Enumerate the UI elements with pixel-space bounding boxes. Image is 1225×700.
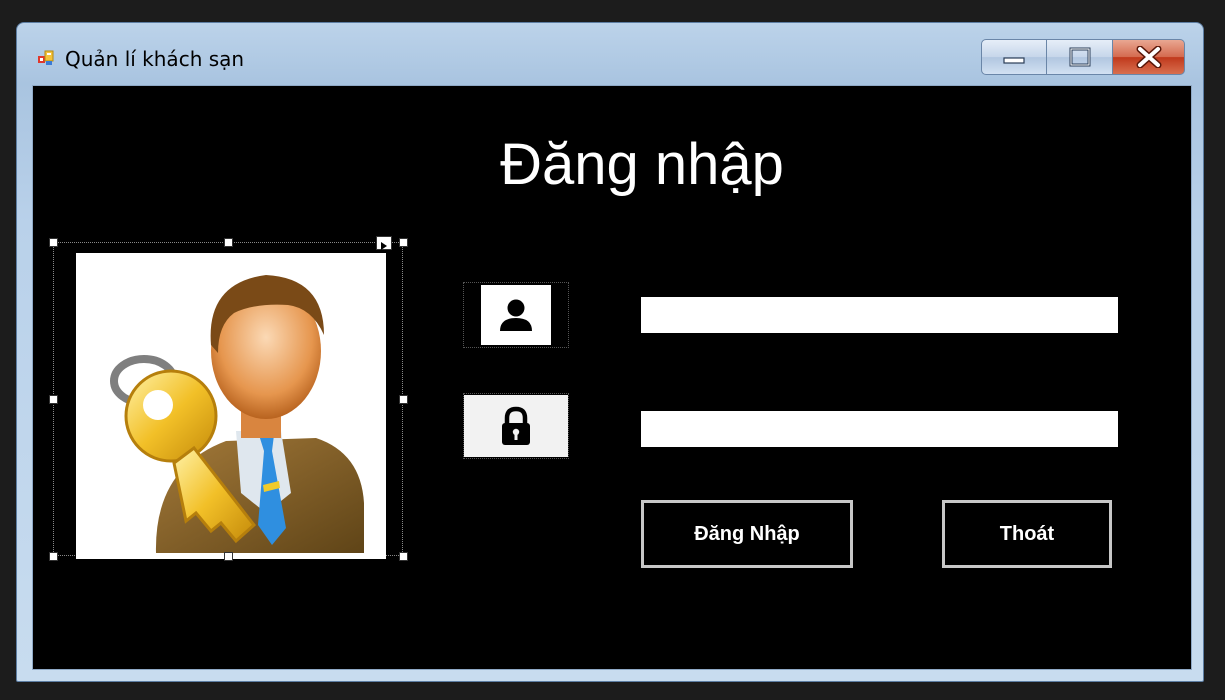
- close-button[interactable]: [1113, 39, 1185, 75]
- app-form-icon: [38, 50, 54, 65]
- resize-handle-br[interactable]: [399, 552, 408, 561]
- title-bar[interactable]: Quản lí khách sạn: [17, 23, 1203, 87]
- resize-handle-tr[interactable]: [399, 238, 408, 247]
- resize-handle-bl[interactable]: [49, 552, 58, 561]
- smart-tag-arrow-icon[interactable]: [376, 236, 392, 250]
- exit-button[interactable]: Thoát: [942, 500, 1112, 568]
- user-with-key-illustration: [76, 253, 386, 559]
- resize-handle-tl[interactable]: [49, 238, 58, 247]
- login-window: Quản lí khách sạn Đăng nhập Đăng Nhập Th…: [16, 22, 1204, 682]
- minimize-button[interactable]: [981, 39, 1047, 75]
- picture-box[interactable]: [49, 236, 408, 561]
- login-button[interactable]: Đăng Nhập: [641, 500, 853, 568]
- caption-buttons: [981, 39, 1185, 77]
- resize-handle-ml[interactable]: [49, 395, 58, 404]
- page-title: Đăng nhập: [500, 132, 784, 197]
- password-icon-box: [463, 393, 569, 459]
- close-icon: [1136, 46, 1161, 68]
- resize-handle-tm[interactable]: [224, 238, 233, 247]
- maximize-button[interactable]: [1047, 39, 1113, 75]
- password-input[interactable]: [641, 411, 1118, 447]
- resize-handle-mr[interactable]: [399, 395, 408, 404]
- lock-icon: [502, 406, 530, 445]
- form-client-area: Đăng nhập Đăng Nhập Thoát: [32, 85, 1192, 670]
- resize-handle-bm[interactable]: [224, 552, 233, 561]
- user-icon: [500, 299, 532, 331]
- username-input[interactable]: [641, 297, 1118, 333]
- minimize-icon: [1003, 57, 1025, 64]
- window-title: Quản lí khách sạn: [65, 47, 245, 71]
- maximize-icon: [1069, 47, 1090, 67]
- username-icon-box: [463, 282, 569, 348]
